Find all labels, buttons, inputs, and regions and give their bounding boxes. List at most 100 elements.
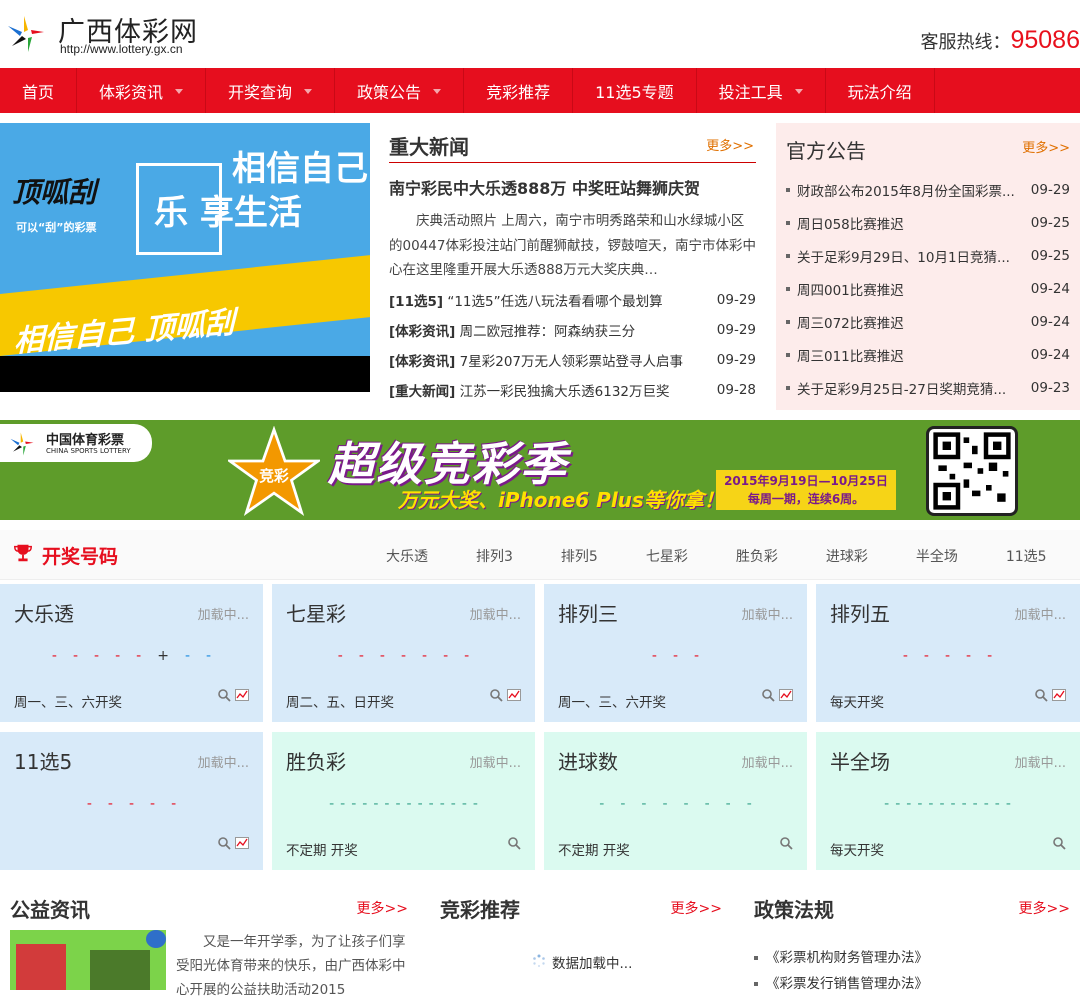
card-title: 11选5 xyxy=(14,750,73,774)
list-item[interactable]: 周四001比赛推迟 09-24 xyxy=(786,272,1070,305)
nav-item-rules[interactable]: 玩法介绍 xyxy=(826,68,935,113)
red-number: - xyxy=(72,648,79,664)
list-item[interactable]: 《彩票机构财务管理办法》 xyxy=(754,946,928,966)
official-notice-section: 官方公告 更多>> 财政部公布2015年8月份全国彩票... 09-29 周日05… xyxy=(776,123,1080,410)
trend-chart-icon[interactable] xyxy=(507,688,521,702)
list-item[interactable]: 财政部公布2015年8月份全国彩票... 09-29 xyxy=(786,173,1070,206)
trend-chart-icon[interactable] xyxy=(1052,688,1066,702)
list-item[interactable]: 周日058比赛推迟 09-25 xyxy=(786,206,1070,239)
red-number: - xyxy=(672,648,679,664)
nav-label: 政策公告 xyxy=(357,82,422,102)
match-result: - xyxy=(384,796,390,812)
section-title: 公益资讯 xyxy=(10,898,90,922)
trend-chart-icon[interactable] xyxy=(235,836,249,850)
list-item[interactable]: [11选5] “11选5”任选八玩法看看哪个最划算 09-29 xyxy=(389,285,756,315)
result-card-11x5[interactable]: 11选5 加载中... ----- xyxy=(0,732,263,870)
tab-pl3[interactable]: 排列3 xyxy=(476,546,513,566)
red-number: - xyxy=(171,796,177,812)
trend-chart-icon[interactable] xyxy=(779,688,793,702)
search-icon[interactable] xyxy=(1052,836,1066,850)
result-card-pl5[interactable]: 排列五 加载中... ----- 每天开奖 xyxy=(816,584,1080,722)
list-item[interactable]: [体彩资讯] 周二欧冠推荐：阿森纳获三分 09-29 xyxy=(389,315,756,345)
tab-pl5[interactable]: 排列5 xyxy=(561,546,598,566)
nav-item-results[interactable]: 开奖查询 xyxy=(206,68,336,113)
result-card-dlt[interactable]: 大乐透 加载中... - - - - - + - - 周一、三、六开奖 xyxy=(0,584,263,722)
nav-item-tools[interactable]: 投注工具 xyxy=(697,68,826,113)
hotline-label: 客服热线： xyxy=(920,32,1011,53)
loading-text: 加载中... xyxy=(197,756,249,771)
chevron-down-icon xyxy=(794,89,803,94)
search-icon[interactable] xyxy=(779,836,793,850)
draw-schedule: 周一、三、六开奖 xyxy=(14,695,122,711)
more-link[interactable]: 更多>> xyxy=(1022,137,1070,156)
list-item[interactable]: 周三011比赛推迟 09-24 xyxy=(786,338,1070,371)
match-result: - xyxy=(972,796,978,812)
more-link[interactable]: 更多>> xyxy=(357,898,408,918)
match-result: - xyxy=(994,796,1000,812)
news-title: 7星彩207万无人领彩票站登寻人启事 xyxy=(459,353,683,370)
chevron-down-icon xyxy=(304,89,313,94)
welfare-news-section: 公益资讯 更多>> 又是一年开学季，为了让孩子们享受阳光体育带来的快乐，由广西体… xyxy=(10,888,410,998)
news-title: 江苏一彩民独擒大乐透6132万巨奖 xyxy=(459,383,670,400)
result-card-bqc[interactable]: 半全场 加载中... ------------ 每天开奖 xyxy=(816,732,1080,870)
news-title: 周二欧冠推荐：阿森纳获三分 xyxy=(459,323,636,340)
news-category: [11选5] xyxy=(389,293,444,310)
policy-section: 政策法规 更多>> 《彩票机构财务管理办法》 《彩票发行销售管理办法》 xyxy=(754,888,1070,992)
result-card-sfc[interactable]: 胜负彩 加载中... -------------- 不定期 开奖 xyxy=(272,732,535,870)
more-link[interactable]: 更多>> xyxy=(671,898,722,918)
blue-number: - xyxy=(184,648,191,664)
list-item[interactable]: 关于足彩9月25日-27日奖期竞猜... 09-23 xyxy=(786,371,1070,404)
headline-link[interactable]: 南宁彩民中大乐透888万 中奖旺站舞狮庆贺 xyxy=(389,175,756,199)
match-result: - xyxy=(983,796,989,812)
loading-text: 加载中... xyxy=(741,608,793,623)
loading-spinner-icon xyxy=(533,954,545,968)
news-date: 09-29 xyxy=(716,351,756,368)
nav-item-policy[interactable]: 政策公告 xyxy=(335,68,465,113)
search-icon[interactable] xyxy=(1034,688,1048,702)
draw-schedule: 周一、三、六开奖 xyxy=(558,695,666,711)
nav-item-news[interactable]: 体彩资讯 xyxy=(77,68,207,113)
match-result: - xyxy=(662,796,668,812)
number-placeholders: ------- xyxy=(272,648,535,664)
red-number: - xyxy=(987,648,993,664)
card-tools xyxy=(489,688,521,702)
result-card-jqs[interactable]: 进球数 加载中... -------- 不定期 开奖 xyxy=(544,732,807,870)
tab-qxc[interactable]: 七星彩 xyxy=(646,546,688,566)
scratch-card-banner[interactable]: 顶呱刮 可以“刮”的彩票 相信自己 乐 享生活 相信自己 顶呱刮 xyxy=(0,123,370,392)
lottery-logo-icon[interactable] xyxy=(4,12,48,56)
promo-banner[interactable]: 中国体育彩票 CHINA SPORTS LOTTERY 竞彩 超级竞彩季 万元大… xyxy=(0,420,1080,520)
list-item[interactable]: 《彩票发行销售管理办法》 xyxy=(754,972,928,992)
section-title: 竞彩推荐 xyxy=(440,898,520,922)
search-icon[interactable] xyxy=(217,836,231,850)
list-item[interactable]: [体彩资讯] 7星彩207万无人领彩票站登寻人启事 09-29 xyxy=(389,345,756,375)
red-number: - xyxy=(107,796,113,812)
tab-bqc[interactable]: 半全场 xyxy=(916,546,958,566)
list-item[interactable]: [重大新闻] 江苏一彩民独擒大乐透6132万巨奖 09-28 xyxy=(389,375,756,405)
nav-item-home[interactable]: 首页 xyxy=(0,68,78,113)
tab-dlt[interactable]: 大乐透 xyxy=(386,546,428,566)
search-icon[interactable] xyxy=(217,688,231,702)
notice-date: 09-24 xyxy=(1030,346,1070,363)
loading-text: 加载中... xyxy=(469,756,521,771)
red-number: - xyxy=(400,648,407,664)
star-icon: 竞彩 xyxy=(228,426,320,516)
nav-item-11x5[interactable]: 11选5专题 xyxy=(573,68,697,113)
list-item[interactable]: 周三072比赛推迟 09-24 xyxy=(786,305,1070,338)
more-link[interactable]: 更多>> xyxy=(706,135,754,154)
search-icon[interactable] xyxy=(489,688,503,702)
result-card-qxc[interactable]: 七星彩 加载中... ------- 周二、五、日开奖 xyxy=(272,584,535,722)
search-icon[interactable] xyxy=(507,836,521,850)
search-icon[interactable] xyxy=(761,688,775,702)
match-result: - xyxy=(884,796,890,812)
nav-item-recommend[interactable]: 竞彩推荐 xyxy=(464,68,574,113)
list-item[interactable]: 关于足彩9月29日、10月1日竞猜... 09-25 xyxy=(786,239,1070,272)
result-card-pl3[interactable]: 排列三 加载中... --- 周一、三、六开奖 xyxy=(544,584,807,722)
more-link[interactable]: 更多>> xyxy=(1019,898,1070,918)
trend-chart-icon[interactable] xyxy=(235,688,249,702)
section-title: 重大新闻 xyxy=(389,135,469,159)
tab-11x5[interactable]: 11选5 xyxy=(1006,546,1047,566)
loading-text: 加载中... xyxy=(1014,608,1066,623)
tab-jqc[interactable]: 进球彩 xyxy=(826,546,868,566)
tab-sfc[interactable]: 胜负彩 xyxy=(736,546,778,566)
welfare-photo[interactable] xyxy=(10,930,166,990)
